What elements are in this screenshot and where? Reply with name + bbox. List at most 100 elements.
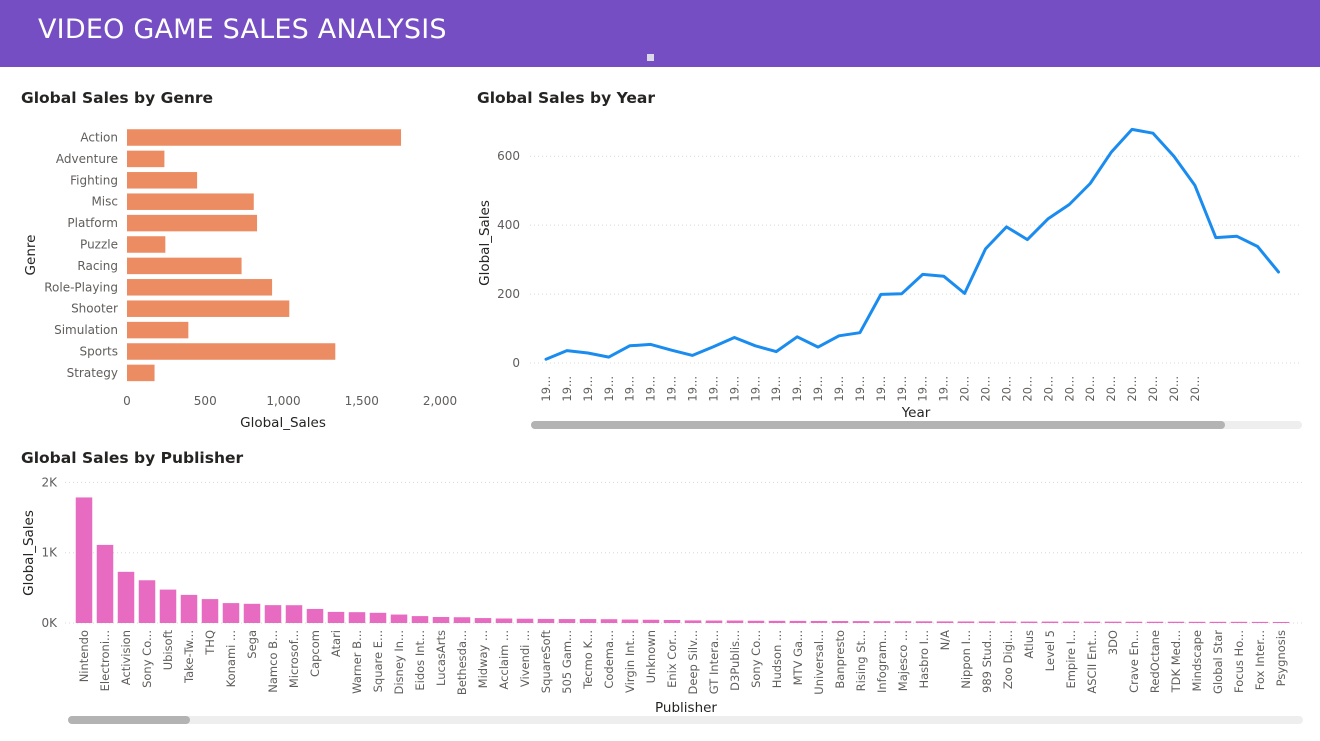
year-x-tick-label: 20... bbox=[1083, 376, 1097, 402]
year-line-chart[interactable]: 0200400600 19... 19... 19... 19... 19... 19..… bbox=[470, 105, 1310, 435]
publisher-bar bbox=[201, 599, 219, 623]
year-gridlines bbox=[530, 155, 1302, 364]
publisher-bar bbox=[1041, 621, 1059, 623]
year-x-tick-label: 19... bbox=[686, 376, 700, 402]
genre-bars-group bbox=[127, 129, 402, 382]
publisher-bars-group bbox=[75, 497, 1290, 623]
publisher-x-tick-label: D3Publis... bbox=[728, 630, 742, 691]
genre-x-tick-label: 500 bbox=[194, 394, 217, 408]
year-y-tick-label: 0 bbox=[512, 356, 520, 370]
publisher-bar bbox=[1146, 621, 1164, 623]
publisher-bar bbox=[642, 619, 660, 623]
year-y-tick-label: 200 bbox=[497, 287, 520, 301]
publisher-x-tick-label: Atari bbox=[329, 630, 343, 657]
publisher-bar bbox=[1083, 621, 1101, 623]
publisher-y-axis-title: Global_Sales bbox=[21, 510, 37, 596]
publisher-bar bbox=[663, 619, 681, 623]
publisher-x-tick-label: Empire I... bbox=[1064, 630, 1078, 689]
publisher-x-tick-label: Codema... bbox=[602, 630, 616, 689]
publisher-bar bbox=[432, 617, 450, 623]
publisher-bar bbox=[411, 616, 429, 623]
publisher-x-tick-label: Infogram... bbox=[875, 630, 889, 693]
genre-bar-role-playing bbox=[127, 279, 273, 296]
publisher-x-tick-label: Eidos Int... bbox=[413, 630, 427, 691]
publisher-bar bbox=[1104, 621, 1122, 623]
publisher-x-tick-label: Rising St... bbox=[854, 630, 868, 691]
publisher-bar bbox=[369, 612, 387, 623]
genre-category-label: Simulation bbox=[54, 323, 118, 337]
year-x-tick-label: 20... bbox=[979, 376, 993, 402]
publisher-bar bbox=[894, 621, 912, 623]
publisher-x-tick-label: Level 5 bbox=[1043, 630, 1057, 671]
publisher-x-tick-label: Hudson ... bbox=[770, 630, 784, 688]
publisher-bar bbox=[159, 589, 177, 623]
publisher-x-tick-label: 989 Stud... bbox=[980, 630, 994, 693]
year-x-tick-label: 19... bbox=[895, 376, 909, 402]
year-x-tick-labels: 19... 19... 19... 19... 19... 19... 19... 19...… bbox=[539, 376, 1202, 402]
publisher-bar bbox=[1209, 621, 1227, 623]
genre-y-axis-title: Genre bbox=[23, 235, 39, 276]
publisher-x-tick-label: Sega bbox=[245, 630, 259, 659]
year-scrollbar-thumb[interactable] bbox=[531, 421, 1225, 429]
publisher-bar bbox=[516, 618, 534, 623]
publisher-x-tick-label: Banpresto bbox=[833, 630, 847, 689]
publisher-x-tick-label: 505 Gam... bbox=[560, 630, 574, 694]
publisher-bar bbox=[852, 621, 870, 623]
year-x-tick-label: 19... bbox=[560, 376, 574, 402]
genre-bar-chart[interactable]: Action Adventure Fighting Misc Platform Puzzl… bbox=[10, 105, 460, 450]
year-y-tick-labels: 0 200 400 600 bbox=[497, 149, 520, 370]
publisher-bar bbox=[999, 621, 1017, 623]
publisher-bar bbox=[810, 620, 828, 623]
year-x-tick-label: 19... bbox=[539, 376, 553, 402]
publisher-x-tick-label: Tecmo K... bbox=[581, 630, 595, 690]
year-x-tick-label: 20... bbox=[1188, 376, 1202, 402]
publisher-bar bbox=[180, 594, 198, 623]
publisher-x-tick-labels: Nintendo Electroni... Activision Sony Co...… bbox=[77, 630, 1288, 696]
publisher-x-tick-label: Deep Silv... bbox=[686, 630, 700, 695]
genre-bar-shooter bbox=[127, 300, 290, 317]
publisher-x-tick-label: Bethesda... bbox=[455, 630, 469, 695]
genre-category-label: Shooter bbox=[71, 302, 118, 316]
publisher-bar bbox=[1188, 621, 1206, 623]
publisher-bar bbox=[558, 619, 576, 623]
publisher-scrollbar-thumb[interactable] bbox=[68, 716, 190, 724]
genre-x-tick-label: 0 bbox=[123, 394, 131, 408]
year-x-tick-label: 19... bbox=[623, 376, 637, 402]
genre-category-label: Racing bbox=[77, 259, 118, 273]
publisher-bar bbox=[243, 603, 261, 623]
publisher-x-tick-label: Nintendo bbox=[77, 630, 91, 682]
publisher-scrollbar-track[interactable] bbox=[68, 716, 1303, 724]
genre-x-tick-label: 1,500 bbox=[345, 394, 379, 408]
publisher-bar bbox=[789, 620, 807, 623]
publisher-bar bbox=[117, 571, 135, 623]
publisher-x-tick-label: Universal... bbox=[812, 630, 826, 695]
publisher-bar-chart[interactable]: 0K 1K 2K Nintendo Electroni... Activision Son… bbox=[5, 465, 1315, 740]
publisher-bar bbox=[957, 621, 975, 623]
publisher-bar bbox=[726, 620, 744, 623]
publisher-x-tick-label: Acclaim ... bbox=[497, 630, 511, 690]
year-x-tick-label: 19... bbox=[811, 376, 825, 402]
publisher-bar bbox=[1251, 621, 1269, 623]
publisher-x-tick-label: Atlus bbox=[1022, 630, 1036, 659]
genre-category-label: Fighting bbox=[70, 173, 118, 187]
publisher-bar bbox=[348, 612, 366, 623]
publisher-x-tick-label: TDK Med... bbox=[1169, 630, 1183, 693]
year-x-tick-label: 20... bbox=[1125, 376, 1139, 402]
visual-focus-handle[interactable] bbox=[647, 54, 654, 61]
publisher-x-tick-label: Focus Ho... bbox=[1232, 630, 1246, 693]
publisher-bar bbox=[768, 620, 786, 623]
publisher-x-tick-label: Crave En... bbox=[1127, 630, 1141, 693]
publisher-bar bbox=[600, 619, 618, 623]
genre-bar-adventure bbox=[127, 150, 165, 168]
publisher-bar bbox=[747, 620, 765, 623]
year-x-tick-label: 20... bbox=[1146, 376, 1160, 402]
publisher-x-tick-label: Sony Co... bbox=[749, 630, 763, 688]
genre-category-label: Strategy bbox=[67, 366, 118, 380]
publisher-bar bbox=[705, 620, 723, 623]
publisher-bar bbox=[684, 620, 702, 623]
publisher-x-tick-label: Vivendi ... bbox=[518, 630, 532, 687]
publisher-x-tick-label: Microsof... bbox=[287, 630, 301, 688]
year-x-tick-label: 19... bbox=[644, 376, 658, 402]
publisher-bar bbox=[1062, 621, 1080, 623]
publisher-bar bbox=[621, 619, 639, 623]
